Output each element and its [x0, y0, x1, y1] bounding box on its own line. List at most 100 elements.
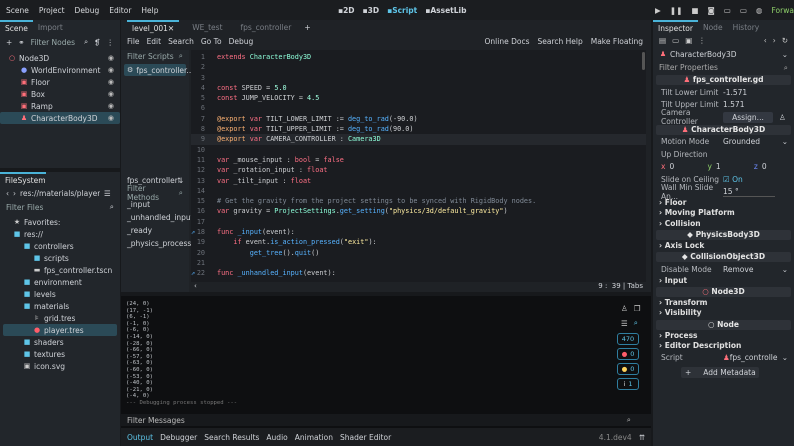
script-menu-debug[interactable]: Debug: [229, 37, 254, 46]
link-search-help[interactable]: Search Help: [537, 37, 582, 46]
movie-icon[interactable]: ◍: [756, 6, 763, 15]
tilt-upper-field[interactable]: 1.571: [723, 100, 744, 109]
scene-tree-node[interactable]: ♟ CharacterBody3D ◉: [0, 112, 120, 124]
workspace-3d[interactable]: ▪3D: [363, 6, 380, 15]
messages-toggle[interactable]: 470: [617, 333, 639, 345]
back-icon[interactable]: ‹: [6, 189, 9, 198]
visibility-icon[interactable]: ◉: [108, 90, 114, 98]
filter-nodes-input[interactable]: Filter Nodes: [31, 38, 78, 47]
play-icon[interactable]: ▶: [655, 6, 661, 15]
menu-editor[interactable]: Editor: [109, 6, 131, 15]
group-collision[interactable]: › Collision: [653, 219, 794, 229]
method-item[interactable]: _physics_process: [127, 239, 191, 252]
visibility-icon[interactable]: ◉: [108, 54, 114, 62]
group-axis-lock[interactable]: › Axis Lock: [653, 241, 794, 251]
tab-animation[interactable]: Animation: [295, 433, 333, 442]
scene-tree-node[interactable]: ○ Node3D ◉: [0, 52, 120, 64]
warnings-toggle[interactable]: ● 0: [617, 363, 639, 375]
up-z-field[interactable]: 0: [762, 162, 767, 171]
file-item[interactable]: ★ Favorites:: [3, 216, 117, 228]
group-floor[interactable]: › Floor: [653, 198, 794, 208]
slide-ceiling-checkbox[interactable]: ☑ On: [723, 175, 743, 184]
group-process[interactable]: › Process: [653, 331, 794, 341]
up-y-field[interactable]: 1: [716, 162, 750, 171]
menu-scene[interactable]: Scene: [6, 6, 29, 15]
filter-properties-input[interactable]: Filter Properties: [659, 63, 784, 72]
section-collisionobject3d[interactable]: ◆ CollisionObject3D: [656, 252, 791, 263]
script-list-item[interactable]: ⚙ fps_controller...: [124, 64, 194, 76]
file-item[interactable]: ■ levels: [3, 288, 117, 300]
scene-tree-node[interactable]: ▣ Box ◉: [0, 88, 120, 100]
menu-icon[interactable]: ⋮: [107, 38, 115, 47]
section-physicsbody3d[interactable]: ◆ PhysicsBody3D: [656, 229, 791, 240]
object-menu-icon[interactable]: ↻: [782, 36, 788, 45]
link-icon[interactable]: ⚭: [18, 38, 24, 47]
search-icon[interactable]: ⌕: [634, 318, 638, 328]
errors-toggle[interactable]: ● 0: [617, 348, 639, 360]
play-custom-icon[interactable]: ▭: [740, 6, 747, 15]
close-icon[interactable]: ✕: [168, 24, 174, 33]
more-icon[interactable]: ⋮: [698, 36, 706, 45]
clear-icon[interactable]: ♙: [621, 304, 628, 313]
scene-tree-node[interactable]: ▣ Ramp ◉: [0, 100, 120, 112]
file-item[interactable]: ■ controllers: [3, 240, 117, 252]
file-item[interactable]: ⊧ grid.tres: [3, 312, 117, 324]
play-scene-icon[interactable]: ▭: [724, 6, 731, 15]
history-back-icon[interactable]: ‹: [764, 36, 767, 45]
filter-scripts-input[interactable]: Filter Scripts: [127, 52, 174, 61]
remote-debug-icon[interactable]: ◙: [707, 6, 714, 15]
tab-node[interactable]: Node: [698, 20, 728, 34]
group-transform[interactable]: › Transform: [653, 298, 794, 308]
disable-mode-select[interactable]: Remove: [723, 265, 782, 274]
script-menu-edit[interactable]: Edit: [147, 37, 162, 46]
info-toggle[interactable]: ⅰ1: [617, 378, 639, 390]
file-item[interactable]: ■ shaders: [3, 336, 117, 348]
clear-icon[interactable]: ♙: [779, 113, 786, 122]
assign-button[interactable]: Assign...: [723, 111, 773, 123]
script-menu-search[interactable]: Search: [168, 37, 194, 46]
add-metadata-button[interactable]: + Add Metadata: [681, 366, 759, 378]
tab-scene[interactable]: Scene: [0, 20, 33, 34]
add-tab-icon[interactable]: +: [304, 23, 310, 32]
code-editor[interactable]: 1 extends CharacterBody3D 2 3 4 const SPEED =…: [191, 50, 646, 282]
menu-debug[interactable]: Debug: [75, 6, 100, 15]
script-menu-file[interactable]: File: [127, 37, 140, 46]
scene-tree-node[interactable]: ● WorldEnvironment ◉: [0, 64, 120, 76]
visibility-icon[interactable]: ◉: [108, 102, 114, 110]
tab-import[interactable]: Import: [33, 20, 68, 34]
up-x-field[interactable]: 0: [669, 162, 703, 171]
visibility-icon[interactable]: ◉: [108, 114, 114, 122]
group-input[interactable]: › Input: [653, 276, 794, 286]
code-scrollbar[interactable]: [642, 52, 645, 70]
link-make-floating[interactable]: Make Floating: [591, 37, 643, 46]
section-script[interactable]: ♟ fps_controller.gd: [656, 75, 791, 85]
tab-output[interactable]: Output: [127, 433, 153, 442]
link-online-docs[interactable]: Online Docs: [485, 37, 530, 46]
forward-icon[interactable]: ›: [13, 189, 16, 198]
script-resource-field[interactable]: fps_controlle: [730, 353, 782, 362]
section-node3d[interactable]: ○ Node3D: [656, 286, 791, 297]
file-item[interactable]: ▬ fps_controller.tscn: [3, 264, 117, 276]
file-item[interactable]: ▣ icon.svg: [3, 360, 117, 372]
toggle-panel-icon[interactable]: ‹: [194, 282, 197, 290]
script-icon[interactable]: ❡: [94, 38, 100, 47]
node-selector[interactable]: ♟ CharacterBody3D ⌄: [653, 47, 794, 61]
copy-icon[interactable]: ❐: [634, 304, 641, 313]
tab-search-results[interactable]: Search Results: [204, 433, 259, 442]
workspace-2d[interactable]: ▪2D: [338, 6, 355, 15]
scene-tree-node[interactable]: ▣ Floor ◉: [0, 76, 120, 88]
add-node-icon[interactable]: +: [6, 38, 12, 47]
tab-inspector[interactable]: Inspector: [653, 20, 698, 34]
script-menu-go-to[interactable]: Go To: [201, 37, 222, 46]
file-item[interactable]: ■ textures: [3, 348, 117, 360]
motion-mode-select[interactable]: Grounded: [723, 137, 782, 146]
save-icon[interactable]: ▣: [685, 36, 692, 45]
layout-icon[interactable]: ☰: [104, 189, 111, 198]
file-item[interactable]: ■ res://: [3, 228, 117, 240]
path-field[interactable]: res://materials/player.tre: [20, 189, 100, 198]
tab-filesystem[interactable]: FileSystem: [0, 172, 46, 186]
wall-slide-slider[interactable]: 15 °: [723, 187, 775, 197]
group-editor-description[interactable]: › Editor Description: [653, 341, 794, 351]
menu-project[interactable]: Project: [39, 6, 65, 15]
pin-icon[interactable]: ⇈: [639, 433, 645, 442]
